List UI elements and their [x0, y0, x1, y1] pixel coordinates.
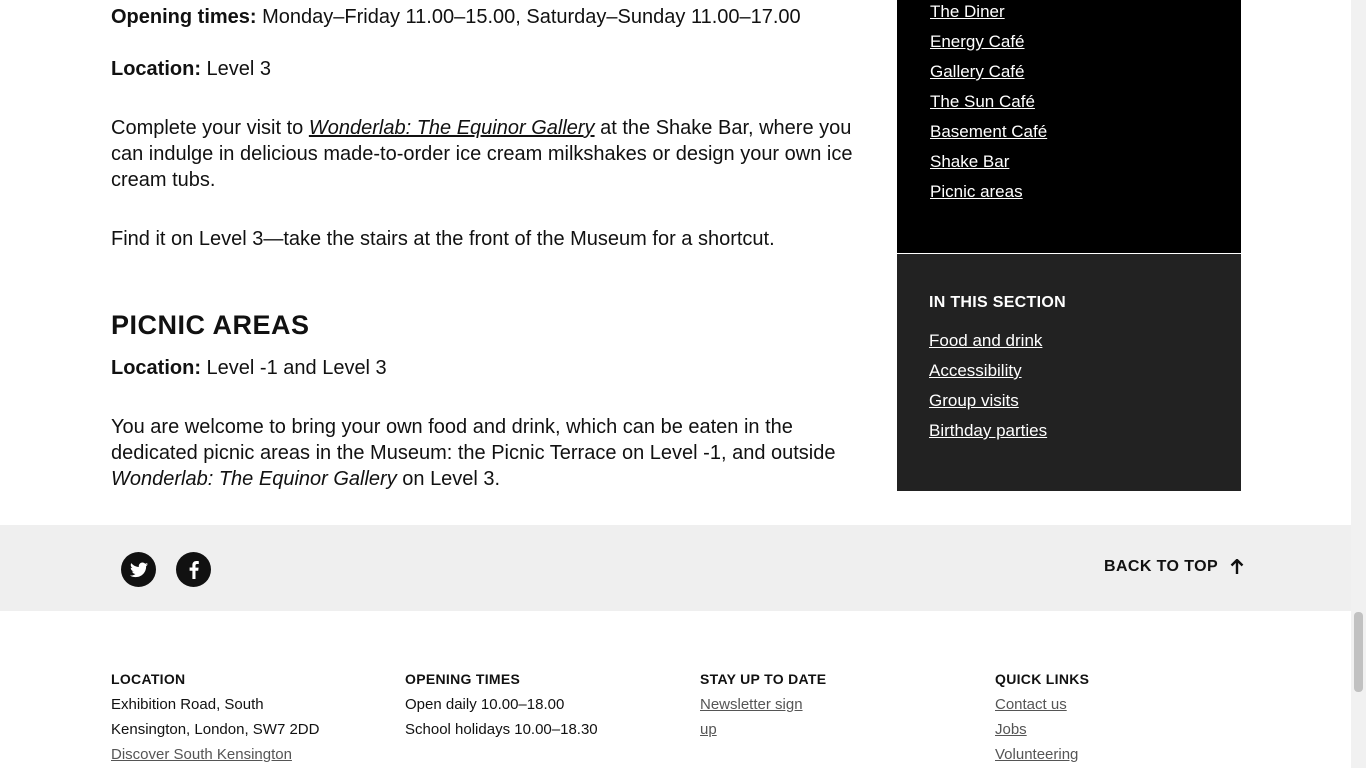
wonderlab-emphasis: Wonderlab: The Equinor Gallery: [111, 468, 397, 490]
contact-us-link[interactable]: Contact us: [995, 696, 1067, 713]
picnic-location-value: Level -1 and Level 3: [201, 357, 387, 379]
jobs-link[interactable]: Jobs: [995, 721, 1027, 738]
list-item: Energy Café: [930, 30, 1047, 60]
newsletter-signup-link[interactable]: Newsletter sign: [700, 696, 803, 713]
sidebar-link-picnic-areas[interactable]: Picnic areas: [930, 182, 1023, 201]
list-item: Accessibility: [929, 359, 1047, 389]
footer-quick-links: QUICK LINKS Contact us Jobs Volunteering: [995, 667, 1089, 767]
picnic-text-after: on Level 3.: [396, 468, 501, 490]
footer-location: LOCATION Exhibition Road, South Kensingt…: [111, 667, 319, 767]
footer-location-title: LOCATION: [111, 671, 186, 687]
sidebar-link-basement-cafe[interactable]: Basement Café: [930, 122, 1047, 141]
social-bar: BACK TO TOP: [0, 525, 1351, 611]
sidebar-link-energy-cafe[interactable]: Energy Café: [930, 32, 1025, 51]
picnic-location: Location: Level -1 and Level 3: [111, 355, 831, 381]
twitter-button[interactable]: [121, 552, 156, 587]
picnic-description: You are welcome to bring your own food a…: [111, 414, 846, 492]
opening-holidays: School holidays 10.00–18.30: [405, 721, 598, 738]
list-item: Basement Café: [930, 120, 1047, 150]
section-link-birthday-parties[interactable]: Birthday parties: [929, 421, 1047, 440]
section-link-list: Food and drink Accessibility Group visit…: [929, 329, 1047, 449]
list-item: The Diner: [930, 0, 1047, 30]
list-item: Food and drink: [929, 329, 1047, 359]
sidebar-link-the-diner[interactable]: The Diner: [930, 2, 1005, 21]
arrow-up-icon: [1230, 559, 1244, 574]
site-footer: LOCATION Exhibition Road, South Kensingt…: [0, 611, 1351, 768]
list-item: Birthday parties: [929, 419, 1047, 449]
shake-text-before: Complete your visit to: [111, 117, 309, 139]
section-title: IN THIS SECTION: [929, 294, 1066, 311]
sidebar-cafe-links: The Diner Energy Café Gallery Café The S…: [897, 0, 1241, 253]
footer-stay-title: STAY UP TO DATE: [700, 671, 827, 687]
address-line-1: Exhibition Road, South: [111, 696, 264, 713]
footer-opening-times: OPENING TIMES Open daily 10.00–18.00 Sch…: [405, 667, 598, 742]
page-scrollbar[interactable]: [1351, 0, 1366, 768]
footer-stay-up-to-date: STAY UP TO DATE Newsletter sign up: [700, 667, 826, 742]
sidebar-link-shake-bar[interactable]: Shake Bar: [930, 152, 1009, 171]
list-item: Gallery Café: [930, 60, 1047, 90]
address-line-2: Kensington, London, SW7 2DD: [111, 721, 320, 738]
footer-opening-title: OPENING TIMES: [405, 671, 521, 687]
location-value: Level 3: [201, 58, 272, 80]
location: Location: Level 3: [111, 56, 831, 82]
picnic-location-label: Location:: [111, 357, 201, 379]
opening-times-label: Opening times:: [111, 6, 257, 28]
newsletter-signup-link-cont[interactable]: up: [700, 721, 717, 738]
twitter-icon: [129, 562, 148, 577]
picnic-text-before: You are welcome to bring your own food a…: [111, 416, 836, 464]
footer-quick-title: QUICK LINKS: [995, 671, 1090, 687]
volunteering-link[interactable]: Volunteering: [995, 746, 1078, 763]
section-link-group-visits[interactable]: Group visits: [929, 391, 1019, 410]
opening-times: Opening times: Monday–Friday 11.00–15.00…: [111, 4, 831, 30]
sidebar-link-sun-cafe[interactable]: The Sun Café: [930, 92, 1035, 111]
sidebar-link-gallery-cafe[interactable]: Gallery Café: [930, 62, 1024, 81]
list-item: The Sun Café: [930, 90, 1047, 120]
shake-bar-description: Complete your visit to Wonderlab: The Eq…: [111, 115, 856, 193]
facebook-button[interactable]: [176, 552, 211, 587]
list-item: Group visits: [929, 389, 1047, 419]
location-label: Location:: [111, 58, 201, 80]
discover-south-kensington-link[interactable]: Discover South Kensington: [111, 746, 292, 763]
opening-daily: Open daily 10.00–18.00: [405, 696, 565, 713]
back-to-top-button[interactable]: BACK TO TOP: [1104, 558, 1244, 576]
scrollbar-thumb[interactable]: [1354, 612, 1363, 692]
list-item: Picnic areas: [930, 180, 1047, 210]
back-to-top-label: BACK TO TOP: [1104, 558, 1219, 575]
section-link-accessibility[interactable]: Accessibility: [929, 361, 1022, 380]
cafe-link-list: The Diner Energy Café Gallery Café The S…: [930, 0, 1047, 210]
opening-times-value: Monday–Friday 11.00–15.00, Saturday–Sund…: [256, 6, 801, 28]
shake-bar-directions: Find it on Level 3—take the stairs at th…: [111, 228, 775, 250]
picnic-heading: PICNIC AREAS: [111, 310, 310, 340]
list-item: Shake Bar: [930, 150, 1047, 180]
in-this-section-panel: IN THIS SECTION Food and drink Accessibi…: [897, 254, 1241, 491]
wonderlab-link[interactable]: Wonderlab: The Equinor Gallery: [309, 117, 595, 139]
section-link-food-and-drink[interactable]: Food and drink: [929, 331, 1042, 350]
facebook-icon: [189, 560, 199, 579]
